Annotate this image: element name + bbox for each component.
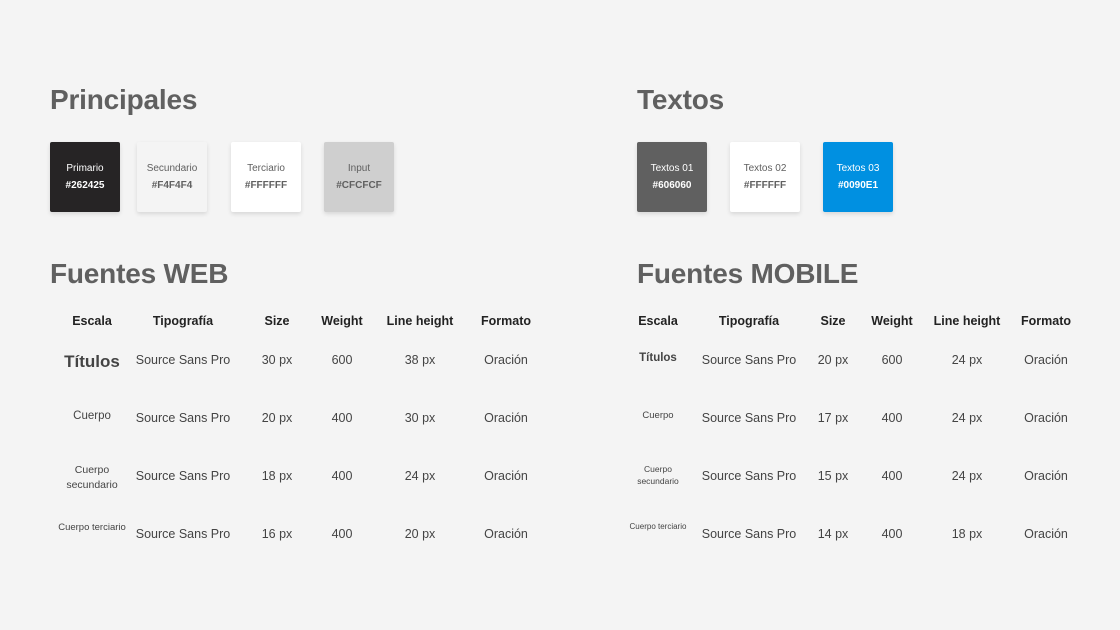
swatch-name: Terciario bbox=[247, 162, 285, 174]
cell-escala: Cuerpo secundario bbox=[637, 464, 679, 487]
cell-size: 17 px bbox=[817, 411, 849, 425]
swatch-secundario: Secundario #F4F4F4 bbox=[137, 142, 207, 212]
header-escala: Escala bbox=[72, 314, 112, 328]
cell-formato: Oración bbox=[1024, 469, 1068, 483]
header-formato: Formato bbox=[1021, 314, 1071, 328]
swatch-input: Input #CFCFCF bbox=[324, 142, 394, 212]
fuentes-mobile-title: Fuentes MOBILE bbox=[637, 258, 859, 289]
cell-tipografia: Source Sans Pro bbox=[701, 353, 797, 367]
cell-formato: Oración bbox=[484, 469, 528, 483]
cell-escala: Cuerpo bbox=[73, 410, 111, 422]
cell-line-height: 38 px bbox=[404, 353, 436, 367]
cell-line-height: 24 px bbox=[951, 353, 983, 367]
header-formato: Formato bbox=[481, 314, 531, 328]
header-line-height: Line height bbox=[933, 314, 1001, 328]
cell-line-height: 30 px bbox=[404, 411, 436, 425]
cell-escala: Títulos bbox=[64, 352, 120, 371]
swatch-name: Secundario bbox=[146, 162, 198, 174]
swatch-name: Primario bbox=[66, 162, 104, 174]
cell-formato: Oración bbox=[1024, 353, 1068, 367]
cell-formato: Oración bbox=[484, 353, 528, 367]
header-size: Size bbox=[820, 314, 846, 328]
cell-line-height: 24 px bbox=[951, 469, 983, 483]
cell-weight: 600 bbox=[331, 353, 353, 367]
swatch-name: Textos 01 bbox=[650, 162, 694, 174]
header-escala: Escala bbox=[638, 314, 678, 328]
principales-title: Principales bbox=[50, 84, 198, 115]
cell-weight: 600 bbox=[881, 353, 903, 367]
cell-escala: Cuerpo terciario bbox=[58, 522, 126, 533]
header-tipografia: Tipografía bbox=[718, 314, 780, 328]
cell-escala: Cuerpo terciario bbox=[629, 522, 687, 531]
swatch-textos-01: Textos 01 #606060 bbox=[637, 142, 707, 212]
cell-size: 15 px bbox=[817, 469, 849, 483]
header-tipografia: Tipografía bbox=[152, 314, 214, 328]
swatch-hex: #FFFFFF bbox=[743, 179, 787, 191]
cell-tipografia: Source Sans Pro bbox=[135, 527, 231, 541]
swatch-hex: #606060 bbox=[652, 179, 692, 191]
swatch-hex: #262425 bbox=[65, 179, 105, 191]
header-weight: Weight bbox=[871, 314, 913, 328]
swatch-name: Textos 02 bbox=[743, 162, 787, 174]
cell-tipografia: Source Sans Pro bbox=[135, 353, 231, 367]
cell-formato: Oración bbox=[1024, 411, 1068, 425]
cell-weight: 400 bbox=[331, 469, 353, 483]
cell-tipografia: Source Sans Pro bbox=[701, 469, 797, 483]
cell-escala: Títulos bbox=[639, 352, 677, 364]
cell-size: 14 px bbox=[817, 527, 849, 541]
cell-formato: Oración bbox=[1024, 527, 1068, 541]
cell-weight: 400 bbox=[881, 411, 903, 425]
cell-size: 30 px bbox=[261, 353, 293, 367]
cell-tipografia: Source Sans Pro bbox=[135, 411, 231, 425]
cell-escala: Cuerpo bbox=[642, 410, 674, 421]
cell-line-height: 20 px bbox=[404, 527, 436, 541]
cell-tipografia: Source Sans Pro bbox=[701, 411, 797, 425]
cell-tipografia: Source Sans Pro bbox=[135, 469, 231, 483]
swatch-textos-02: Textos 02 #FFFFFF bbox=[730, 142, 800, 212]
swatch-hex: #0090E1 bbox=[837, 179, 879, 191]
cell-line-height: 18 px bbox=[951, 527, 983, 541]
cell-escala: Cuerpo secundario bbox=[66, 464, 118, 492]
cell-size: 18 px bbox=[261, 469, 293, 483]
cell-weight: 400 bbox=[331, 527, 353, 541]
swatch-hex: #F4F4F4 bbox=[151, 179, 193, 191]
cell-weight: 400 bbox=[881, 527, 903, 541]
cell-tipografia: Source Sans Pro bbox=[701, 527, 797, 541]
swatch-hex: #FFFFFF bbox=[244, 179, 288, 191]
swatch-terciario: Terciario #FFFFFF bbox=[231, 142, 301, 212]
cell-line-height: 24 px bbox=[951, 411, 983, 425]
swatch-primario: Primario #262425 bbox=[50, 142, 120, 212]
cell-weight: 400 bbox=[881, 469, 903, 483]
cell-weight: 400 bbox=[331, 411, 353, 425]
header-weight: Weight bbox=[321, 314, 363, 328]
cell-line-height: 24 px bbox=[404, 469, 436, 483]
swatch-name: Textos 03 bbox=[836, 162, 880, 174]
header-line-height: Line height bbox=[386, 314, 454, 328]
cell-formato: Oración bbox=[484, 527, 528, 541]
swatch-name: Input bbox=[347, 162, 371, 174]
swatch-textos-03: Textos 03 #0090E1 bbox=[823, 142, 893, 212]
fuentes-web-title: Fuentes WEB bbox=[50, 258, 229, 289]
textos-title: Textos bbox=[637, 84, 724, 115]
swatch-hex: #CFCFCF bbox=[336, 179, 382, 191]
cell-size: 20 px bbox=[261, 411, 293, 425]
cell-size: 20 px bbox=[817, 353, 849, 367]
header-size: Size bbox=[264, 314, 290, 328]
cell-formato: Oración bbox=[484, 411, 528, 425]
cell-size: 16 px bbox=[261, 527, 293, 541]
